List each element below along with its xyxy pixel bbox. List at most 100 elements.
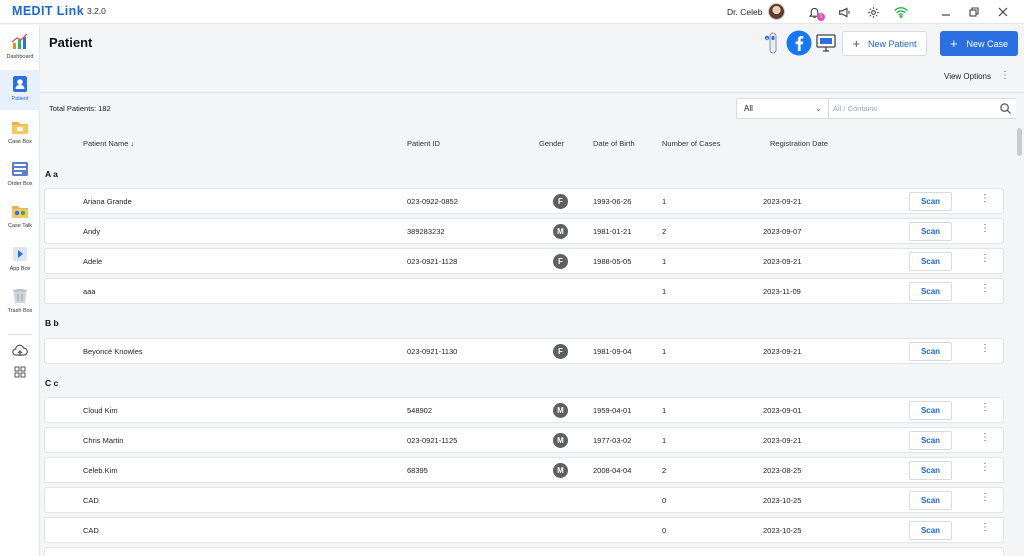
restore-icon[interactable] [966, 4, 982, 20]
number-of-cases: 1 [662, 347, 667, 356]
scan-button[interactable]: Scan [909, 521, 952, 540]
search-input[interactable] [833, 101, 993, 116]
close-icon[interactable] [995, 4, 1011, 20]
number-of-cases: 1 [662, 406, 667, 415]
row-more-icon[interactable]: ⋮ [980, 194, 990, 204]
order-box-icon [12, 162, 28, 176]
patient-id: 023-0921-1125 [407, 436, 458, 445]
table-row[interactable]: Beyoncé Knowles 023-0921-1130 F 1981-09-… [44, 338, 1004, 364]
scan-button[interactable]: Scan [909, 401, 952, 420]
table-row[interactable]: Andy 389283232 M 1981-01-21 2 2023-09-07… [44, 218, 1004, 244]
column-header-name[interactable]: Patient Name ↓ [83, 139, 134, 148]
sidebar-item-dashboard[interactable]: Dashboard [0, 28, 40, 68]
row-more-icon[interactable]: ⋮ [980, 344, 990, 354]
column-header-registration[interactable]: Registration Date [770, 139, 828, 148]
patient-name: Beyoncé Knowles [83, 347, 143, 356]
minimize-icon[interactable] [938, 4, 954, 20]
registration-date: 2023-09-21 [763, 197, 802, 206]
scan-button[interactable]: Scan [909, 222, 952, 241]
table-row[interactable]: Chris Martin 023-0921-1125 M 1977-03-02 … [44, 427, 1004, 453]
patient-id: 68395 [407, 466, 428, 475]
row-more-icon[interactable]: ⋮ [980, 403, 990, 413]
facebook-icon[interactable] [786, 30, 812, 56]
patient-id: 023-0921-1128 [407, 257, 458, 266]
app-logo: MEDIT Link [12, 4, 85, 18]
sidebar-item-patient[interactable]: Patient [0, 70, 40, 110]
scan-button[interactable]: Scan [909, 192, 952, 211]
row-more-icon[interactable]: ⋮ [980, 523, 990, 533]
row-more-icon[interactable]: ⋮ [980, 433, 990, 443]
new-patient-button[interactable]: + New Patient [842, 31, 927, 56]
gear-icon[interactable] [865, 4, 881, 20]
table-row[interactable]: Ariana Grande 023-0922-0852 F 1993-06-26… [44, 188, 1004, 214]
scan-button[interactable]: Scan [909, 282, 952, 301]
table-row[interactable]: CAD 0 2023-10-25 Scan ⋮ [44, 517, 1004, 543]
sidebar-item-label: Case Box [8, 139, 32, 145]
sidebar-item-case-talk[interactable]: Case Talk [0, 197, 40, 237]
column-header-gender[interactable]: Gender [539, 139, 564, 148]
sidebar-item-order-box[interactable]: Order Box [0, 155, 40, 195]
scrollbar-track[interactable] [1016, 93, 1024, 556]
patient-name: CAD [83, 496, 99, 505]
gender-badge: M [553, 433, 568, 448]
more-options-icon[interactable]: ⋮ [1000, 71, 1010, 81]
svg-text:●: ● [766, 37, 768, 41]
monitor-icon[interactable] [814, 31, 838, 55]
table-row[interactable]: Celeb.Kim 68395 M 2008-04-04 2 2023-08-2… [44, 457, 1004, 483]
gender-badge: M [553, 403, 568, 418]
patient-name: aaa [83, 287, 96, 296]
number-of-cases: 0 [662, 526, 667, 535]
date-of-birth: 2008-04-04 [593, 466, 632, 475]
scan-button[interactable]: Scan [909, 491, 952, 510]
patient-id: 023-0922-0852 [407, 197, 458, 206]
sidebar-item-label: App Box [9, 266, 31, 272]
row-more-icon[interactable]: ⋮ [980, 254, 990, 264]
plus-icon: + [949, 36, 958, 51]
patient-name: Chris Martin [83, 436, 124, 445]
notification-bell-icon[interactable]: 1 [806, 4, 825, 21]
row-more-icon[interactable]: ⋮ [980, 224, 990, 234]
table-row[interactable]: Cloud Kim 548902 M 1959-04-01 1 2023-09-… [44, 397, 1004, 423]
registration-date: 2023-09-01 [763, 406, 802, 415]
patient-name: Cloud Kim [83, 406, 118, 415]
sidebar-item-app-box[interactable]: App Box [0, 240, 40, 280]
scrollbar-thumb[interactable] [1017, 128, 1022, 156]
registration-date: 2023-09-21 [763, 257, 802, 266]
filter-dropdown[interactable]: All ⌄ [737, 99, 829, 118]
date-of-birth: 1981-09-04 [593, 347, 632, 356]
scan-button[interactable]: Scan [909, 461, 952, 480]
scan-button[interactable]: Scan [909, 342, 952, 361]
table-row[interactable]: Adele 023-0921-1128 F 1988-05-05 1 2023-… [44, 248, 1004, 274]
user-name[interactable]: Dr. Celeb [727, 7, 762, 17]
page-title: Patient [49, 35, 93, 50]
view-options-button[interactable]: View Options [944, 72, 991, 81]
sidebar-item-grid[interactable] [0, 363, 40, 385]
chevron-down-icon: ⌄ [815, 104, 822, 113]
table-row[interactable] [44, 547, 1004, 556]
megaphone-icon[interactable] [836, 4, 852, 20]
row-more-icon[interactable]: ⋮ [980, 463, 990, 473]
column-header-id[interactable]: Patient ID [407, 139, 440, 148]
case-talk-icon [12, 206, 28, 218]
scanner-icon[interactable]: ● [761, 31, 785, 55]
search-icon[interactable] [999, 102, 1012, 115]
patient-name: Andy [83, 227, 101, 236]
column-header-dob[interactable]: Date of Birth [593, 139, 635, 148]
dashboard-icon [11, 33, 28, 49]
table-row[interactable]: aaa 1 2023-11-09 Scan ⋮ [44, 278, 1004, 304]
table-row[interactable]: CAD 0 2023-10-25 Scan ⋮ [44, 487, 1004, 513]
scan-button[interactable]: Scan [909, 431, 952, 450]
sidebar-item-case-box[interactable]: Case Box [0, 113, 40, 153]
row-more-icon[interactable]: ⋮ [980, 493, 990, 503]
scan-button[interactable]: Scan [909, 252, 952, 271]
sidebar-item-cloud-upload[interactable] [0, 340, 40, 362]
date-of-birth: 1959-04-01 [593, 406, 632, 415]
cloud-upload-icon [12, 344, 28, 356]
gender-badge: M [553, 463, 568, 478]
sidebar-item-trash-box[interactable]: Trash Box [0, 282, 40, 322]
column-header-cases[interactable]: Number of Cases [662, 139, 720, 148]
avatar[interactable] [768, 3, 785, 20]
new-case-button[interactable]: + New Case [940, 31, 1018, 56]
row-more-icon[interactable]: ⋮ [980, 284, 990, 294]
group-header-c: C c [45, 378, 59, 388]
